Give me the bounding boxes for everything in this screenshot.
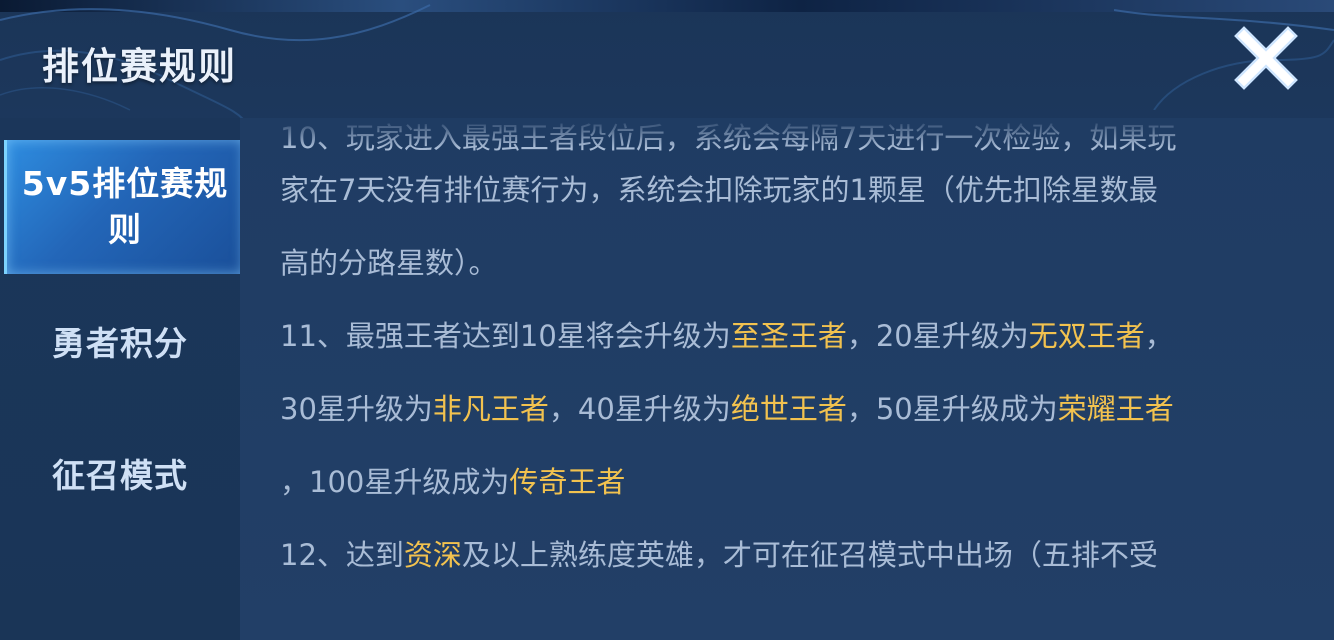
rule-text: 家在7天没有排位赛行为，系统会扣除玩家的1颗星（优先扣除星数最 xyxy=(280,173,1158,207)
rule-text: ，50星升级成为 xyxy=(846,392,1058,426)
rule-text: 11、最强王者达到10星将会升级为 xyxy=(280,319,731,353)
page-title: 排位赛规则 xyxy=(42,45,237,88)
rule-text: 高的分路星数）。 xyxy=(280,246,498,280)
rule-text: ，40星升级为 xyxy=(548,392,731,426)
rule-11-line1: 11、最强王者达到10星将会升级为至圣王者，20星升级为无双王者， xyxy=(280,300,1290,373)
sidebar-item-label: 5v5排位赛规 xyxy=(21,164,229,203)
rule-text: 30星升级为 xyxy=(280,392,433,426)
sidebar-item-5v5-ranked-rules[interactable]: 5v5排位赛规 则 xyxy=(4,140,243,274)
sidebar-item-label: 征召模式 xyxy=(52,456,188,495)
rules-scroll-area[interactable]: 10、玩家进入最强王者段位后，系统会每隔7天进行一次检验，如果玩 家在7天没有排… xyxy=(280,118,1290,592)
rank-name-highlight: 传奇王者 xyxy=(509,465,626,499)
close-button[interactable] xyxy=(1232,24,1300,92)
rank-name-highlight: 至圣王者 xyxy=(730,319,847,353)
rank-name-highlight: 非凡王者 xyxy=(432,392,549,426)
rule-text: ，20星升级为 xyxy=(846,319,1029,353)
rule-text: 12、达到 xyxy=(280,538,404,572)
sidebar-item-label-line2: 则 xyxy=(108,210,142,249)
sidebar-item-label: 勇者积分 xyxy=(52,324,188,363)
scroll-fade xyxy=(240,118,1334,148)
rank-name-highlight: 绝世王者 xyxy=(730,392,847,426)
sidebar-item-draft-mode[interactable]: 征召模式 xyxy=(0,418,240,528)
rules-screen: 排位赛规则 5v5排位赛规 则 勇者积分 征召模式 10、玩家进入最强王者段位后… xyxy=(0,0,1334,640)
rule-12-line1: 12、达到资深及以上熟练度英雄，才可在征召模式中出场（五排不受 xyxy=(280,519,1290,592)
rank-name-highlight: 无双王者 xyxy=(1028,319,1145,353)
rule-text: ， xyxy=(1144,319,1174,353)
rank-name-highlight: 荣耀王者 xyxy=(1057,392,1174,426)
rule-text: 及以上熟练度英雄，才可在征召模式中出场（五排不受 xyxy=(461,538,1158,572)
close-x-icon xyxy=(1234,26,1298,90)
rule-11-line3: ，100星升级成为传奇王者 xyxy=(280,446,1290,519)
sidebar-item-brave-points[interactable]: 勇者积分 xyxy=(0,286,240,396)
sidebar: 5v5排位赛规 则 勇者积分 征召模式 xyxy=(0,118,243,640)
rule-11-line2: 30星升级为非凡王者，40星升级为绝世王者，50星升级成为荣耀王者 xyxy=(280,373,1290,446)
header: 排位赛规则 xyxy=(0,0,1334,118)
rule-text: ，100星升级成为 xyxy=(280,465,510,499)
rules-content[interactable]: 10、玩家进入最强王者段位后，系统会每隔7天进行一次检验，如果玩 家在7天没有排… xyxy=(240,118,1334,640)
proficiency-highlight: 资深 xyxy=(403,538,462,572)
